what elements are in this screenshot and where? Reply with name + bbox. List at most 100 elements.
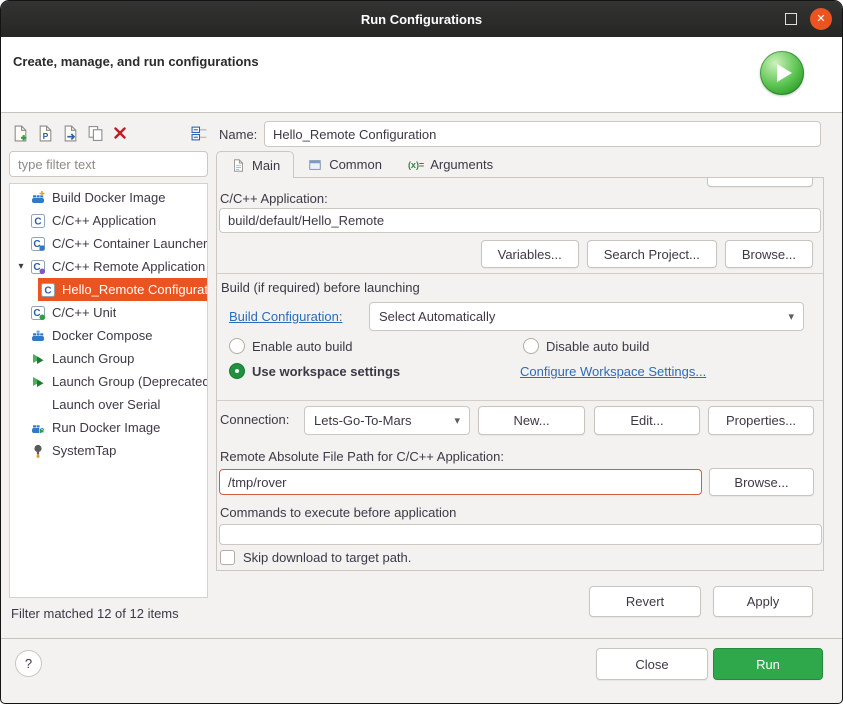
build-configuration-value: Select Automatically [379,309,495,324]
tab-common[interactable]: Common [294,151,395,178]
new-prototype-icon[interactable]: P [36,124,54,142]
build-configuration-link[interactable]: Build Configuration: [229,309,342,324]
chevron-down-icon: ▾ [788,310,794,323]
use-workspace-settings-label: Use workspace settings [252,364,400,379]
tab-main-label: Main [252,158,280,173]
blank-icon [30,397,46,413]
new-configuration-icon[interactable] [11,124,29,142]
banner-title: Create, manage, and run configurations [13,54,259,69]
close-button[interactable]: Close [596,648,708,680]
tree-item-c-container-launcher[interactable]: C C/C++ Container Launcher [10,232,207,255]
commands-label: Commands to execute before application [220,505,456,520]
build-group-title: Build (if required) before launching [221,280,420,295]
enable-auto-build-radio[interactable]: Enable auto build [229,338,352,354]
svg-text:C: C [44,285,51,296]
connection-dropdown[interactable]: Lets-Go-To-Mars ▾ [304,406,470,435]
edit-button-label: Edit... [630,413,663,428]
duplicate-icon[interactable] [86,124,104,142]
filter-status: Filter matched 12 of 12 items [11,606,208,621]
main-tab-icon [230,157,246,173]
application-label: C/C++ Application: [220,191,328,206]
build-configuration-dropdown[interactable]: Select Automatically ▾ [369,302,804,331]
tree-item-run-docker-image[interactable]: Run Docker Image [10,416,207,439]
application-path-input[interactable] [219,208,821,233]
tree-item-launch-group[interactable]: Launch Group [10,347,207,370]
name-label: Name: [219,127,257,142]
new-button-label: New... [513,413,549,428]
delete-icon[interactable] [111,124,129,142]
maximize-icon[interactable] [785,13,797,25]
tree-item-label: C/C++ Application [52,213,156,228]
close-window-button[interactable]: ✕ [810,8,832,30]
chevron-down-icon: ▾ [454,414,460,427]
systemtap-icon [30,443,46,459]
help-button[interactable]: ? [15,650,42,677]
docker-build-icon [30,190,46,206]
banner: Create, manage, and run configurations [1,37,842,113]
docker-compose-icon [30,328,46,344]
disable-auto-build-radio[interactable]: Disable auto build [523,338,649,354]
variables-button[interactable]: Variables... [481,240,579,268]
browse-remote-button[interactable]: Browse... [709,468,814,496]
remote-path-label: Remote Absolute File Path for C/C++ Appl… [220,449,504,464]
run-configurations-dialog: Run Configurations ✕ Create, manage, and… [0,0,843,704]
common-tab-icon [307,157,323,173]
close-icon: ✕ [816,14,825,25]
application-buttons: Variables... Search Project... Browse... [481,240,813,268]
commands-input[interactable] [219,524,822,545]
close-button-label: Close [635,657,668,672]
use-workspace-settings-radio[interactable]: Use workspace settings [229,363,400,379]
c-remote-icon: C [30,259,46,275]
tree-item-hello-remote-configuration[interactable]: C Hello_Remote Configuration [10,278,207,301]
remote-path-input[interactable] [219,469,702,495]
export-configuration-icon[interactable] [61,124,79,142]
tree-item-docker-compose[interactable]: Docker Compose [10,324,207,347]
tree-item-c-unit[interactable]: C C/C++ Unit [10,301,207,324]
run-button[interactable]: Run [713,648,823,680]
c-unit-icon: C [30,305,46,321]
tab-main[interactable]: Main [216,151,294,178]
tree-item-launch-over-serial[interactable]: Launch over Serial [10,393,207,416]
revert-button[interactable]: Revert [589,586,701,617]
disable-auto-build-label: Disable auto build [546,339,649,354]
titlebar[interactable]: Run Configurations [1,1,842,37]
properties-button[interactable]: Properties... [708,406,814,435]
tree-item-label: Docker Compose [52,328,152,343]
svg-text:C: C [34,216,41,227]
configure-workspace-settings-link[interactable]: Configure Workspace Settings... [520,364,706,379]
skip-download-checkbox[interactable] [220,550,235,565]
tree-item-c-remote-application[interactable]: ▾ C C/C++ Remote Application [10,255,207,278]
properties-button-label: Properties... [726,413,796,428]
variables-button-label: Variables... [498,247,562,262]
window-title: Run Configurations [361,12,482,27]
tree-item-build-docker-image[interactable]: Build Docker Image [10,186,207,209]
tree-item-label: C/C++ Container Launcher [52,236,207,251]
collapse-all-icon[interactable] [190,124,208,142]
expander-icon[interactable]: ▾ [14,261,28,272]
browse-button-label: Browse... [742,247,796,262]
tree-item-launch-group-deprecated[interactable]: Launch Group (Deprecated) [10,370,207,393]
tree-item-label: Run Docker Image [52,420,160,435]
tree-item-systemtap[interactable]: SystemTap [10,439,207,462]
project-browse-button-partial[interactable] [707,177,813,187]
tree-item-label: C/C++ Unit [52,305,116,320]
skip-download-row[interactable]: Skip download to target path. [220,550,411,565]
apply-button[interactable]: Apply [713,586,813,617]
tree-item-label: Launch over Serial [52,397,160,412]
window-controls: ✕ [785,1,832,37]
enable-auto-build-label: Enable auto build [252,339,352,354]
edit-connection-button[interactable]: Edit... [594,406,700,435]
name-input[interactable] [264,121,821,147]
tab-arguments-label: Arguments [430,157,493,172]
tree-item-c-application[interactable]: C C/C++ Application [10,209,207,232]
run-button-label: Run [756,657,780,672]
new-connection-button[interactable]: New... [478,406,585,435]
browse-remote-button-label: Browse... [734,475,788,490]
c-container-icon: C [30,236,46,252]
launch-config-tree[interactable]: Build Docker Image C C/C++ Application C… [9,183,208,598]
filter-input[interactable] [9,151,208,177]
tab-arguments[interactable]: (x)= Arguments [395,151,506,178]
browse-button[interactable]: Browse... [725,240,813,268]
search-project-button[interactable]: Search Project... [587,240,717,268]
tab-common-label: Common [329,157,382,172]
